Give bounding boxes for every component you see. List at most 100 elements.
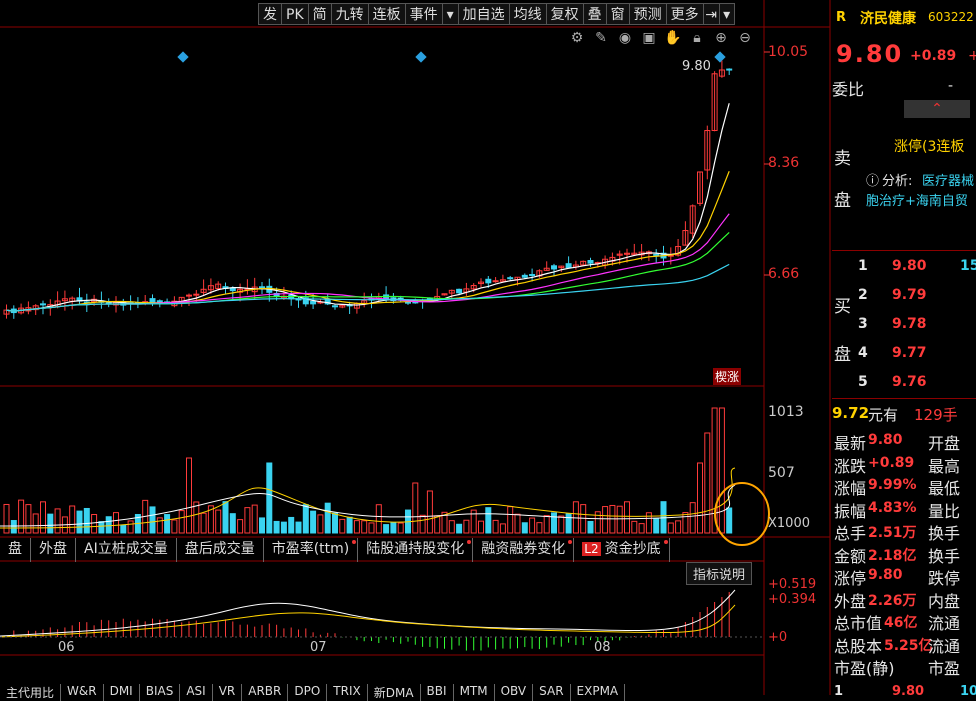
quote-label-right: 最低 xyxy=(928,479,961,498)
bottom-tab-5[interactable]: VR xyxy=(213,684,243,701)
candle-body xyxy=(587,259,594,264)
bottom-quote-value: 10 xyxy=(960,684,976,695)
volume-bar xyxy=(682,512,689,534)
volume-bar xyxy=(259,517,265,534)
bottom-tab-13[interactable]: SAR xyxy=(533,684,571,701)
volume-bar xyxy=(463,519,470,534)
candle-body xyxy=(485,278,492,284)
volume-bar xyxy=(529,517,536,534)
volume-bar xyxy=(69,505,76,534)
bottom-tab-11[interactable]: MTM xyxy=(454,684,495,701)
event-diamond-icon xyxy=(714,51,726,63)
indicator-tab-5[interactable]: 陆股通持股变化 xyxy=(358,538,474,562)
dea-line xyxy=(0,604,736,638)
volume-bar xyxy=(558,515,565,534)
bid-level: 4 xyxy=(858,345,868,361)
quote-label-right: 流通 xyxy=(928,614,961,633)
bottom-tab-10[interactable]: BBI xyxy=(421,684,454,701)
quote-label-right: 市盈 xyxy=(928,659,961,678)
volume-axis-top: 1013 xyxy=(768,404,804,420)
ma5-line xyxy=(6,103,730,312)
buy-label-2: 盘 xyxy=(834,345,851,365)
stock-code: 603222 xyxy=(928,10,974,24)
indicator-tab-7[interactable]: L2 资金抄底 xyxy=(574,538,670,562)
bid-price: 9.79 xyxy=(892,287,927,303)
volume-bar xyxy=(332,512,338,534)
volume-bar xyxy=(478,520,484,534)
quote-panel: R 济民健康 603222 9.80 +0.89 + 委比 - ⌃ 卖 盘 涨停… xyxy=(832,0,976,695)
volume-bar xyxy=(368,522,375,534)
bottom-tab-4[interactable]: ASI xyxy=(180,684,213,701)
volume-bar xyxy=(543,515,550,534)
new-dot-icon xyxy=(663,540,668,544)
volume-bar xyxy=(492,519,499,534)
indicator-tab-0[interactable]: 盘 xyxy=(0,538,31,562)
bottom-tab-9[interactable]: 新DMA xyxy=(368,684,421,701)
new-dot-icon xyxy=(568,540,573,544)
volume-bar xyxy=(485,507,492,534)
quote-value: 4.83% xyxy=(868,499,917,516)
volume-bar xyxy=(25,504,32,534)
bottom-tab-8[interactable]: TRIX xyxy=(327,684,368,701)
volume-bar xyxy=(186,457,192,534)
event-diamond-icon xyxy=(415,51,427,63)
bottom-tab-12[interactable]: OBV xyxy=(495,684,534,701)
volume-bar xyxy=(54,508,61,534)
volume-bar xyxy=(273,520,280,534)
volume-bar xyxy=(98,521,105,534)
bottom-tab-2[interactable]: DMI xyxy=(104,684,140,701)
indicator-tab-2[interactable]: AI立桩成交量 xyxy=(76,538,177,562)
quote-label: 涨幅 xyxy=(834,479,867,498)
candle-body xyxy=(405,301,411,304)
bottom-tab-3[interactable]: BIAS xyxy=(140,684,181,701)
bottom-tab-0[interactable]: 主代用比 xyxy=(0,684,62,701)
volume-bar xyxy=(726,507,733,534)
collapse-caret-icon[interactable]: ⌃ xyxy=(904,100,970,118)
bottom-tab-7[interactable]: DPO xyxy=(288,684,328,701)
weibi-label: 委比 xyxy=(832,80,865,99)
price-axis-mid: 8.36 xyxy=(768,155,800,171)
volume-bar xyxy=(631,520,638,534)
bottom-tab-1[interactable]: W&R xyxy=(61,684,104,701)
limit-status: 涨停(3连板 xyxy=(894,139,965,155)
volume-bar xyxy=(280,521,287,534)
volume-bar xyxy=(91,514,98,534)
sell-label-1: 卖 xyxy=(834,149,851,169)
volume-bar xyxy=(83,507,90,534)
indicator-tab-4[interactable]: 市盈率(ttm) xyxy=(264,538,359,562)
quote-label: 最新 xyxy=(834,434,867,453)
indicator-tab-6[interactable]: 融资融券变化 xyxy=(473,538,575,562)
quote-label: 涨跌 xyxy=(834,456,867,476)
volume-bar xyxy=(164,514,171,534)
volume-bar xyxy=(689,502,696,534)
volume-bar xyxy=(171,519,178,534)
ma10-line xyxy=(6,171,730,312)
candle-body xyxy=(186,294,192,297)
candle-body xyxy=(332,305,338,308)
volume-axis-mid: 507 xyxy=(768,465,795,481)
bid-price: 9.78 xyxy=(892,316,927,332)
panel-divider xyxy=(832,250,976,251)
candle-body xyxy=(653,253,660,256)
indicator-tab-1[interactable]: 外盘 xyxy=(31,538,76,562)
volume-bar xyxy=(514,513,521,534)
stock-tag: R xyxy=(836,10,847,25)
bottom-tab-6[interactable]: ARBR xyxy=(242,684,289,701)
analysis-value[interactable]: 医疗器械 xyxy=(922,170,974,189)
analysis-label: 分析: xyxy=(882,174,913,189)
bottom-tab-14[interactable]: EXPMA xyxy=(571,684,626,701)
volume-bar xyxy=(317,514,324,534)
bid-level: 2 xyxy=(858,287,868,303)
indicator-tab-3[interactable]: 盘后成交量 xyxy=(177,538,264,562)
volume-bar xyxy=(237,519,244,534)
kline-chart[interactable] xyxy=(0,0,832,695)
analysis-line2[interactable]: 胞治疗+海南自贸 xyxy=(866,190,968,209)
candle-body xyxy=(310,301,317,305)
indicator-help-button[interactable]: 指标说明 xyxy=(686,562,753,585)
volume-bar xyxy=(156,517,163,534)
limit-up-tag: 楔涨 xyxy=(713,368,742,385)
quote-label: 外盘 xyxy=(834,591,867,611)
volume-bar xyxy=(310,510,317,534)
volume-bar xyxy=(324,502,331,534)
avg-price: 9.72 xyxy=(832,404,870,422)
